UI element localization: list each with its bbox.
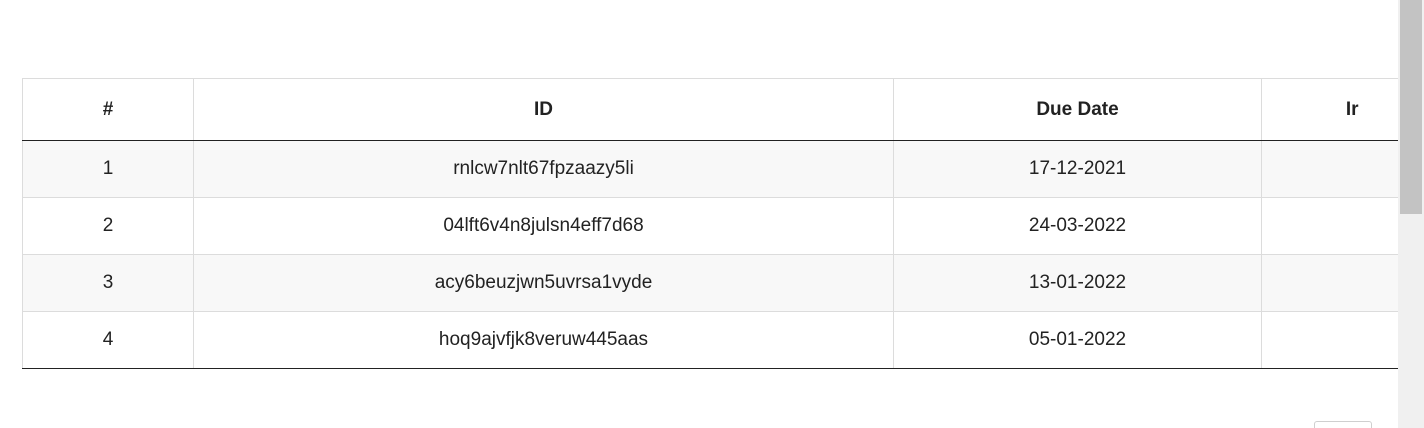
column-header-due-date[interactable]: Due Date (893, 78, 1262, 141)
column-header-id[interactable]: ID (193, 78, 894, 141)
table-header: # ID Due Date Ir (22, 78, 1398, 141)
cell-number: 4 (22, 311, 194, 369)
cell-truncated (1261, 311, 1398, 369)
cell-truncated (1261, 254, 1398, 312)
cell-due-date: 05-01-2022 (893, 311, 1262, 369)
data-table-container: # ID Due Date Ir 1 rnlcw7nlt67fpzaazy5li… (22, 78, 1398, 369)
column-header-truncated[interactable]: Ir (1261, 78, 1398, 141)
table-header-row: # ID Due Date Ir (22, 78, 1398, 141)
data-table: # ID Due Date Ir 1 rnlcw7nlt67fpzaazy5li… (22, 78, 1398, 369)
cell-number: 1 (22, 140, 194, 198)
cell-number: 2 (22, 197, 194, 255)
cell-id: rnlcw7nlt67fpzaazy5li (193, 140, 894, 198)
content-viewport: # ID Due Date Ir 1 rnlcw7nlt67fpzaazy5li… (0, 0, 1398, 428)
cell-truncated (1261, 140, 1398, 198)
vertical-scrollbar[interactable] (1398, 0, 1424, 428)
cell-due-date: 13-01-2022 (893, 254, 1262, 312)
table-row[interactable]: 4 hoq9ajvfjk8veruw445aas 05-01-2022 (22, 311, 1398, 369)
table-row[interactable]: 3 acy6beuzjwn5uvrsa1vyde 13-01-2022 (22, 254, 1398, 312)
cell-due-date: 17-12-2021 (893, 140, 1262, 198)
cell-truncated (1261, 197, 1398, 255)
cell-due-date: 24-03-2022 (893, 197, 1262, 255)
scrollbar-thumb[interactable] (1400, 0, 1422, 214)
cell-number: 3 (22, 254, 194, 312)
table-row[interactable]: 2 04lft6v4n8julsn4eff7d68 24-03-2022 (22, 197, 1398, 255)
cell-id: acy6beuzjwn5uvrsa1vyde (193, 254, 894, 312)
cell-id: 04lft6v4n8julsn4eff7d68 (193, 197, 894, 255)
column-header-number[interactable]: # (22, 78, 194, 141)
pagination-select[interactable] (1314, 421, 1372, 428)
cell-id: hoq9ajvfjk8veruw445aas (193, 311, 894, 369)
table-body: 1 rnlcw7nlt67fpzaazy5li 17-12-2021 2 04l… (22, 140, 1398, 369)
table-row[interactable]: 1 rnlcw7nlt67fpzaazy5li 17-12-2021 (22, 140, 1398, 198)
